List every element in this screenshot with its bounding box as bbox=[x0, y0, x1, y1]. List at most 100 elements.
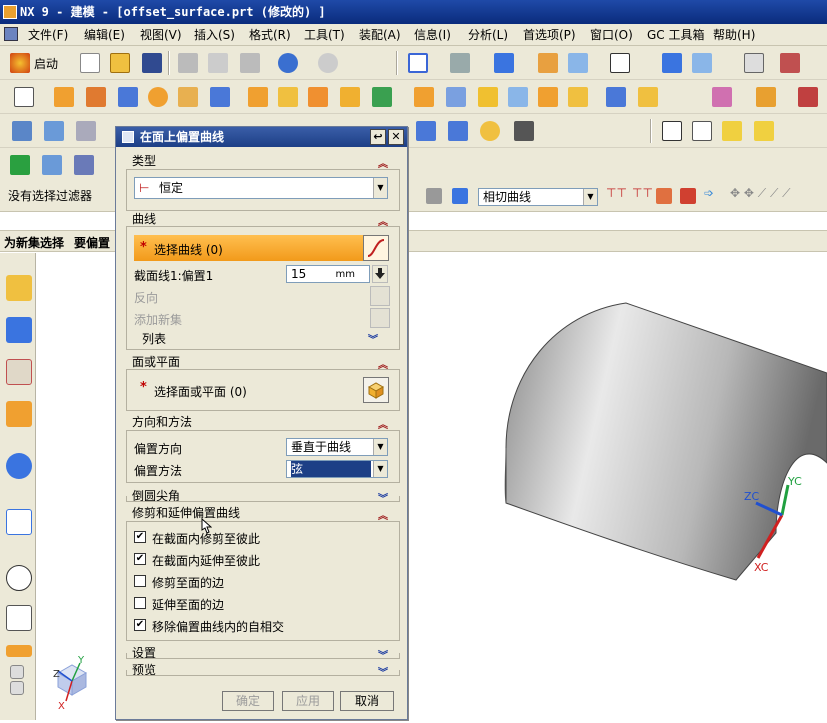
move-face-icon[interactable] bbox=[756, 87, 776, 107]
chevron-down-icon[interactable]: ▼ bbox=[373, 178, 387, 198]
checkbox-trim-within-section[interactable]: ✔ bbox=[134, 531, 146, 543]
assembly-navigator-icon[interactable] bbox=[6, 275, 32, 301]
face-select-icon[interactable] bbox=[363, 377, 389, 403]
cone-icon[interactable] bbox=[178, 87, 198, 107]
roles-icon[interactable] bbox=[6, 645, 32, 657]
trim-body-icon[interactable] bbox=[538, 87, 558, 107]
checkbox-extend-within-section[interactable]: ✔ bbox=[134, 553, 146, 565]
snap-icon[interactable] bbox=[426, 188, 442, 204]
split-body-icon[interactable] bbox=[568, 87, 588, 107]
list-label[interactable]: 列表 bbox=[142, 330, 166, 347]
delete-face-icon[interactable] bbox=[798, 87, 818, 107]
menu-analysis[interactable]: 分析(L) bbox=[468, 27, 508, 43]
menu-insert[interactable]: 插入(S) bbox=[194, 27, 235, 43]
intersect-icon[interactable]: ⊤⊤ bbox=[606, 186, 627, 200]
triangle-icon[interactable] bbox=[662, 121, 682, 141]
reuse-library-icon[interactable] bbox=[6, 401, 32, 427]
layer-settings-icon[interactable] bbox=[44, 121, 64, 141]
history-clock-icon[interactable] bbox=[6, 565, 32, 591]
wcs-icon[interactable] bbox=[662, 53, 682, 73]
sketch-icon[interactable] bbox=[14, 87, 34, 107]
system-materials-icon[interactable] bbox=[6, 605, 32, 631]
checkbox-remove-self-intersections[interactable]: ✔ bbox=[134, 619, 146, 631]
part-navigator-icon[interactable] bbox=[6, 359, 32, 385]
check-icon[interactable] bbox=[754, 121, 774, 141]
redo-icon[interactable] bbox=[318, 53, 338, 73]
shell-icon[interactable] bbox=[478, 87, 498, 107]
undo-icon[interactable] bbox=[278, 53, 298, 73]
menu-help[interactable]: 帮助(H) bbox=[713, 27, 755, 43]
expand-list-icon[interactable]: ︾ bbox=[368, 331, 378, 346]
offset-distance-input[interactable]: 15 mm bbox=[286, 265, 370, 283]
stop-at-intersect-icon[interactable]: ⊤⊤ bbox=[632, 186, 653, 200]
menu-window[interactable]: 窗口(O) bbox=[590, 27, 633, 43]
sphere-icon[interactable] bbox=[210, 87, 230, 107]
revolve-icon[interactable] bbox=[86, 87, 106, 107]
reverse-direction-icon[interactable] bbox=[370, 286, 390, 306]
menu-preferences[interactable]: 首选项(P) bbox=[523, 27, 576, 43]
boss-icon[interactable] bbox=[278, 87, 298, 107]
spring-icon[interactable] bbox=[448, 121, 468, 141]
offset-direction-select[interactable]: 垂直于曲线 ▼ bbox=[286, 438, 388, 456]
shaded-cube-icon[interactable] bbox=[494, 53, 514, 73]
select-body-icon[interactable] bbox=[452, 188, 468, 204]
curve-rule-combo[interactable]: 相切曲线 ▼ bbox=[478, 188, 598, 206]
menu-info[interactable]: 信息(I) bbox=[414, 27, 451, 43]
select-face-label[interactable]: 选择面或平面 (0) bbox=[154, 383, 247, 400]
block-icon[interactable] bbox=[118, 87, 138, 107]
selection-filter-combo[interactable]: 没有选择过滤器 bbox=[4, 188, 114, 206]
washer-icon[interactable] bbox=[480, 121, 500, 141]
apply-button[interactable]: 应用 bbox=[282, 691, 334, 711]
chamfer-icon[interactable] bbox=[446, 87, 466, 107]
menu-format[interactable]: 格式(R) bbox=[249, 27, 291, 43]
start-label[interactable]: 启动 bbox=[34, 55, 58, 72]
assembly-nav-icon[interactable] bbox=[76, 121, 96, 141]
paste-icon[interactable] bbox=[240, 53, 260, 73]
checkmark-icon[interactable] bbox=[10, 155, 30, 175]
cancel-button[interactable]: 取消 bbox=[340, 691, 394, 711]
offset-method-select[interactable]: 弦 ▼ bbox=[286, 460, 388, 478]
menu-gc-toolbox[interactable]: GC 工具箱 bbox=[647, 27, 705, 43]
cylinder-feature-icon[interactable] bbox=[416, 121, 436, 141]
cut-icon[interactable] bbox=[178, 53, 198, 73]
view-orient-icon[interactable] bbox=[568, 53, 588, 73]
collapse-type-icon[interactable]: ︽ bbox=[378, 155, 388, 170]
layer-icon[interactable] bbox=[538, 53, 558, 73]
menu-tools[interactable]: 工具(T) bbox=[304, 27, 345, 43]
feature-curves-icon[interactable] bbox=[680, 188, 696, 204]
edge-blend-icon[interactable] bbox=[414, 87, 434, 107]
hd3d-tools-icon[interactable] bbox=[6, 453, 32, 479]
transform-icon[interactable] bbox=[692, 53, 712, 73]
menu-assembly[interactable]: 装配(A) bbox=[359, 27, 401, 43]
checkbox-trim-to-face-edge[interactable] bbox=[134, 575, 146, 587]
csys-icon[interactable] bbox=[780, 53, 800, 73]
type-select[interactable]: ⊢ 恒定 ▼ bbox=[134, 177, 388, 199]
select-curve-row[interactable]: * 选择曲线 (0) bbox=[134, 235, 363, 261]
pattern-icon[interactable] bbox=[308, 87, 328, 107]
start-icon[interactable] bbox=[10, 53, 30, 73]
new-file-icon[interactable] bbox=[80, 53, 100, 73]
constraint-navigator-icon[interactable] bbox=[6, 317, 32, 343]
chevron-down-icon[interactable]: ▼ bbox=[373, 439, 387, 455]
extrude-icon[interactable] bbox=[54, 87, 74, 107]
copy-icon[interactable] bbox=[208, 53, 228, 73]
dialog-menu-icon[interactable] bbox=[122, 131, 134, 143]
follow-fillet-icon[interactable] bbox=[656, 188, 672, 204]
offset-surface-shape[interactable] bbox=[505, 302, 827, 581]
fit-view-icon[interactable] bbox=[408, 53, 428, 73]
arrow-right-icon[interactable]: ➩ bbox=[704, 186, 714, 200]
offset-face-icon[interactable] bbox=[606, 87, 626, 107]
table-grid-icon[interactable] bbox=[692, 121, 712, 141]
unite-icon[interactable] bbox=[340, 87, 360, 107]
chevron-down-icon[interactable]: ▼ bbox=[583, 189, 597, 205]
curve-select-icon[interactable] bbox=[363, 235, 389, 261]
synchronous-icon[interactable] bbox=[712, 87, 732, 107]
cylinder-icon[interactable] bbox=[148, 87, 168, 107]
snap-point-icon[interactable]: ✥ ✥ ⟋ ⟋ ⟋ bbox=[730, 186, 791, 201]
chevron-down-icon[interactable]: ▼ bbox=[373, 461, 387, 477]
reset-icon[interactable]: ↩ bbox=[370, 129, 386, 145]
tools-icon[interactable] bbox=[514, 121, 534, 141]
save-icon[interactable] bbox=[142, 53, 162, 73]
draft-icon[interactable] bbox=[508, 87, 528, 107]
menu-file[interactable]: 文件(F) bbox=[28, 27, 68, 43]
